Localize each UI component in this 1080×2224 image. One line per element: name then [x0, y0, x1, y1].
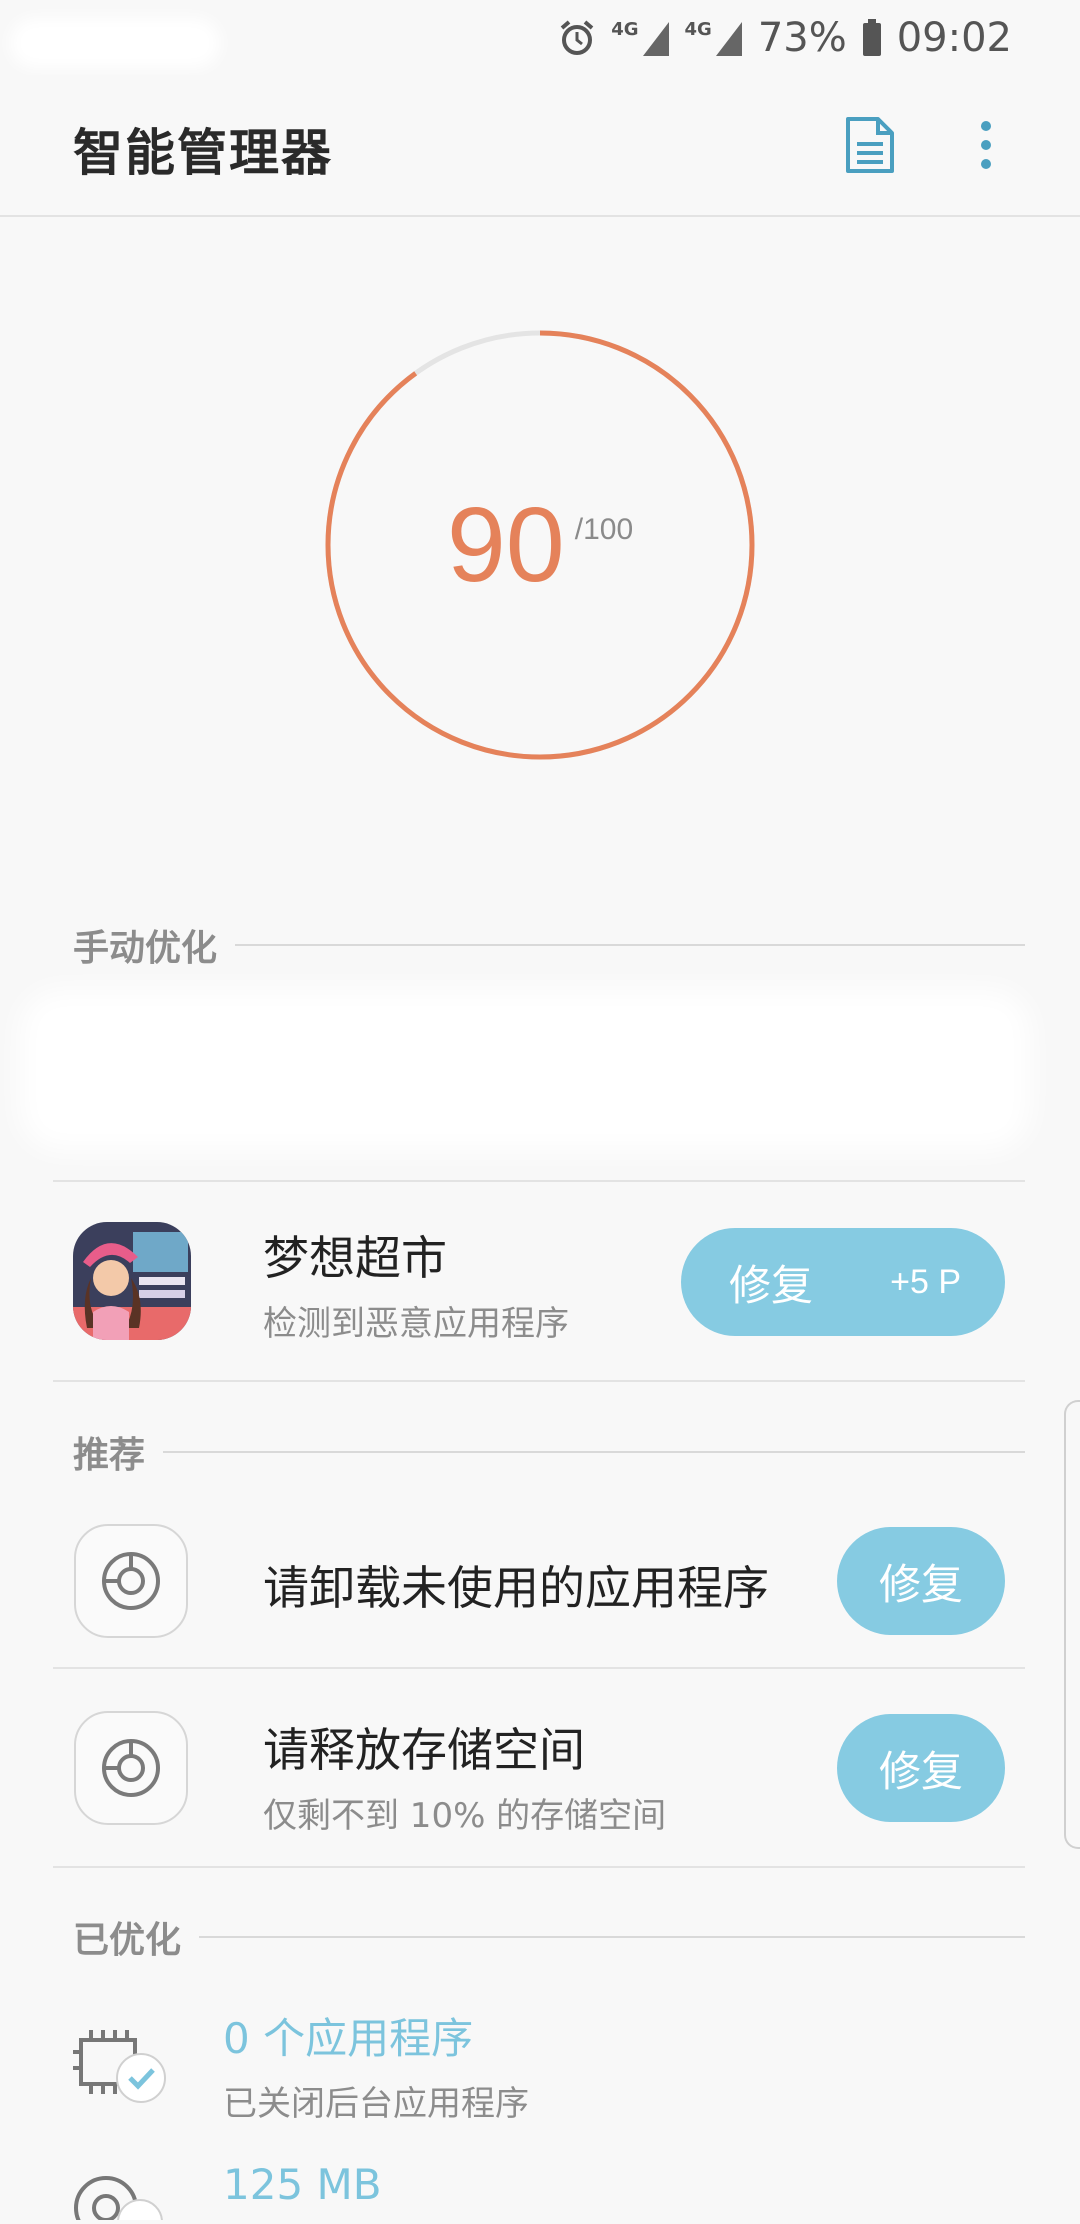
score-value: 90 — [446, 485, 565, 604]
section-divider — [199, 1936, 1025, 1938]
recommend-storage-text: 请释放存储空间 仅剩不到 10% 的存储空间 — [263, 1714, 666, 1837]
report-button[interactable] — [838, 113, 902, 177]
app-name: 梦想超市 — [263, 1231, 447, 1285]
section-divider — [235, 944, 1025, 946]
battery-percent: 73% — [757, 15, 847, 61]
optimized-apps-count: 0 个应用程序 — [223, 2014, 474, 2063]
signal-1: 4G — [611, 18, 670, 58]
row-divider — [53, 1667, 1025, 1669]
points-label: +5 P — [890, 1262, 961, 1301]
storage-app-icon — [74, 1524, 188, 1638]
app-icon-dream-supermarket — [73, 1222, 191, 1340]
page-title: 智能管理器 — [73, 124, 333, 182]
fix-malware-button[interactable]: 修复 +5 P — [681, 1228, 1005, 1336]
signal-icon — [715, 22, 742, 56]
fix-label: 修复 — [878, 1559, 963, 1609]
status-left-blur — [10, 18, 220, 68]
score-gauge: 90 /100 — [320, 325, 760, 765]
fix-label: 修复 — [729, 1260, 814, 1310]
storage-app-icon — [74, 1711, 188, 1825]
row-divider — [53, 1866, 1025, 1868]
section-manual-optimize: 手动优化 — [73, 920, 1025, 970]
section-optimized: 已优化 — [73, 1912, 1025, 1962]
fix-uninstall-button[interactable]: 修复 — [837, 1527, 1005, 1635]
cpu-check-icon — [73, 2022, 173, 2116]
storage-check-icon — [70, 2170, 170, 2224]
alarm-icon — [557, 18, 597, 58]
row-divider — [53, 1180, 1025, 1182]
section-title: 推荐 — [73, 1435, 146, 1476]
signal-2: 4G — [685, 18, 744, 58]
recommend-title-uninstall: 请卸载未使用的应用程序 — [263, 1561, 769, 1615]
section-title: 已优化 — [73, 1920, 182, 1961]
optimized-storage-text: 125 MB — [223, 2160, 382, 2209]
recommend-subtitle-storage: 仅剩不到 10% 的存储空间 — [263, 1796, 667, 1836]
optimized-apps-desc: 已关闭后台应用程序 — [223, 2084, 529, 2124]
score-max: /100 — [574, 513, 634, 546]
disk-icon — [102, 1552, 160, 1610]
section-title: 手动优化 — [73, 928, 218, 969]
battery-icon — [861, 18, 883, 58]
signal-icon — [642, 22, 669, 56]
network-2-label: 4G — [684, 18, 712, 40]
fix-label: 修复 — [878, 1746, 963, 1796]
manual-item-text: 梦想超市 检测到恶意应用程序 — [263, 1222, 569, 1345]
row-divider — [53, 1380, 1025, 1382]
optimized-storage-size: 125 MB — [223, 2160, 382, 2209]
fix-storage-button[interactable]: 修复 — [837, 1714, 1005, 1822]
obscured-content — [20, 990, 1030, 1150]
app-bar: 智能管理器 — [0, 75, 1080, 217]
clock: 09:02 — [896, 15, 1012, 61]
edge-panel-handle[interactable] — [1064, 1400, 1080, 1849]
section-divider — [163, 1451, 1025, 1453]
status-bar: 4G 4G 73% 09:02 — [0, 0, 1080, 75]
more-vert-icon — [981, 121, 991, 169]
disk-icon — [102, 1739, 160, 1797]
recommend-title-storage: 请释放存储空间 — [263, 1723, 585, 1777]
network-1-label: 4G — [611, 18, 639, 40]
section-recommended: 推荐 — [73, 1427, 1025, 1477]
document-icon — [846, 117, 894, 173]
status-icons: 4G 4G 73% 09:02 — [557, 10, 1012, 66]
more-options-button[interactable] — [966, 113, 1006, 177]
optimized-apps-text: 0 个应用程序 已关闭后台应用程序 — [223, 2005, 529, 2125]
app-status: 检测到恶意应用程序 — [263, 1304, 569, 1344]
